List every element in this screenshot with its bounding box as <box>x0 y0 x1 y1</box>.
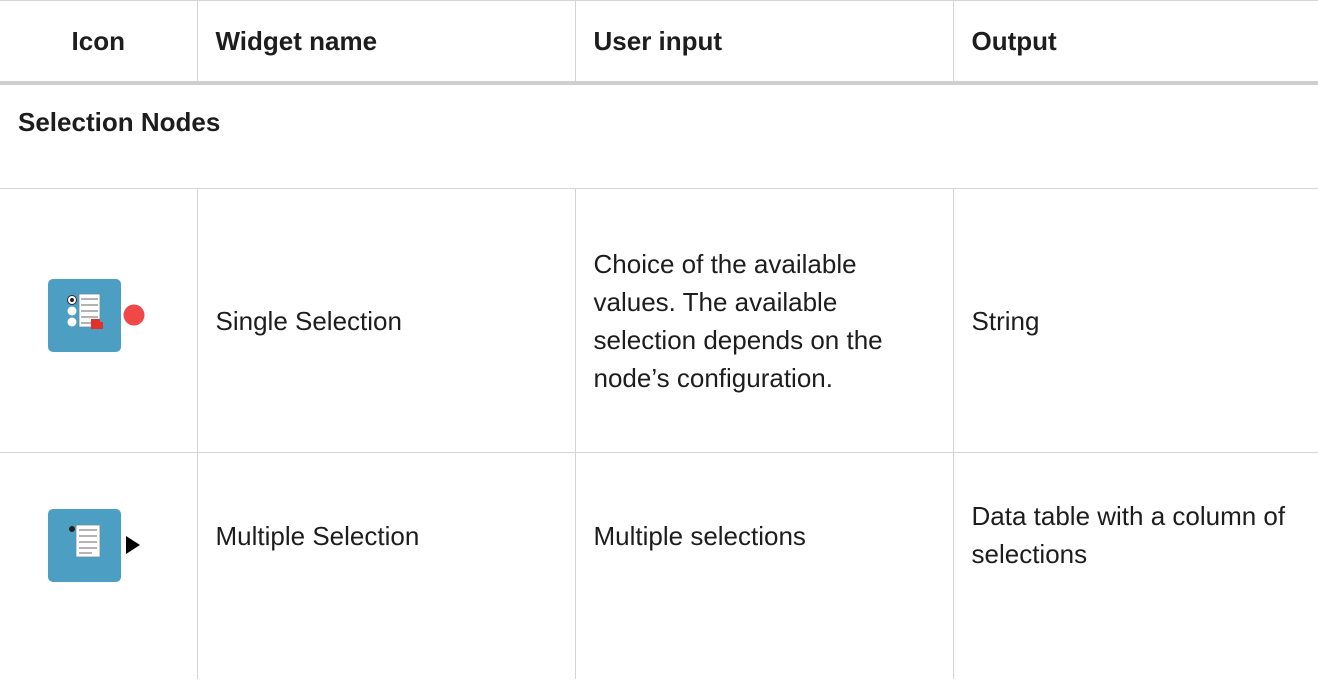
header-icon: Icon <box>0 0 197 85</box>
table-row: Single Selection Choice of the available… <box>0 188 1318 453</box>
widget-name-cell: Single Selection <box>196 188 575 453</box>
header-row: Icon Widget name User input Output <box>0 0 1318 85</box>
output-cell: Data table with a column of selections <box>952 452 1318 679</box>
multiple-selection-node-icon <box>48 509 148 583</box>
table-body: Selection Nodes Single Selection Choice … <box>0 82 1318 679</box>
widget-name-cell: Multiple Selection <box>196 452 575 679</box>
header-user-input: User input <box>574 0 953 85</box>
icon-cell <box>0 453 197 679</box>
single-selection-node-icon <box>48 278 148 353</box>
table-row: Multiple Selection Multiple selections D… <box>0 452 1318 679</box>
header-output: Output <box>952 0 1318 85</box>
user-input-cell: Multiple selections <box>574 452 953 679</box>
header-widget-name: Widget name <box>196 0 575 85</box>
output-cell: String <box>952 188 1318 453</box>
section-row: Selection Nodes <box>0 82 1318 189</box>
section-title: Selection Nodes <box>0 82 1318 189</box>
widget-table: Icon Widget name User input Output Selec… <box>0 0 1318 679</box>
table-header: Icon Widget name User input Output <box>0 0 1318 85</box>
user-input-cell: Choice of the available values. The avai… <box>574 188 953 453</box>
icon-cell <box>0 188 197 453</box>
